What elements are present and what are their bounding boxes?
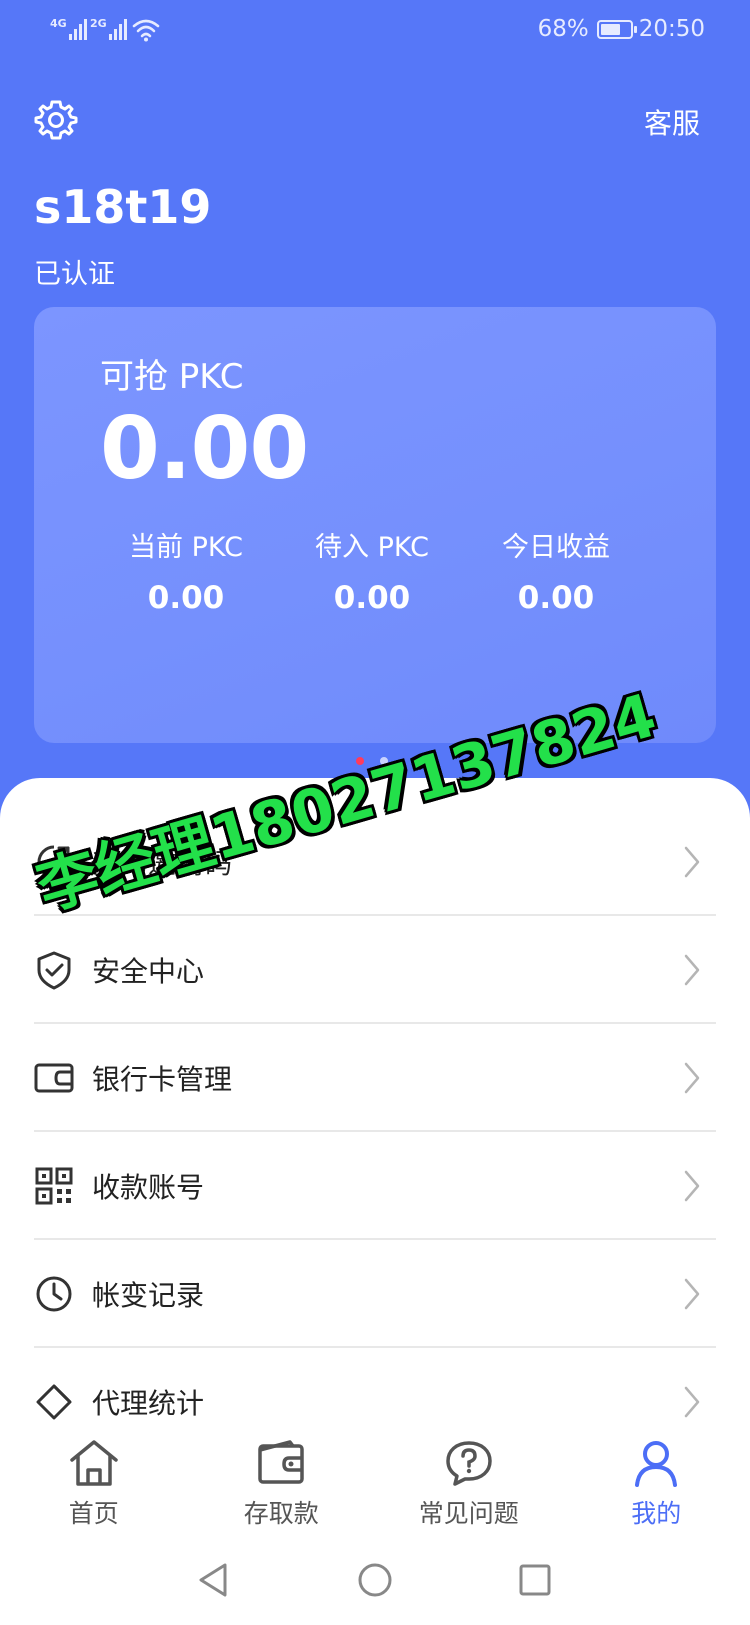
chevron-right-icon — [684, 1386, 700, 1418]
asset-card[interactable]: 可抢 PKC 0.00 当前 PKC 0.00 待入 PKC 0.00 今日收益… — [34, 307, 716, 743]
stat-label: 今日收益 — [502, 532, 610, 563]
carousel-dot-active[interactable] — [356, 757, 364, 765]
sim1-network-label: 4G — [50, 17, 67, 30]
shield-icon — [37, 951, 71, 990]
clock-icon — [36, 1276, 72, 1312]
stat-value: 0.00 — [517, 580, 595, 616]
home-circle-icon[interactable] — [357, 1562, 393, 1598]
status-right: 68% 20:50 — [538, 16, 705, 42]
menu-item-label: 银行卡管理 — [92, 1063, 233, 1096]
recents-square-icon[interactable] — [518, 1562, 552, 1598]
carousel-indicator — [356, 757, 388, 765]
menu-item-bank-card[interactable]: 银行卡管理 — [34, 1024, 716, 1132]
stat-today-earnings: 今日收益 0.00 — [466, 525, 646, 616]
sim1-signal-icon: 4G — [50, 18, 87, 40]
stat-value: 0.00 — [333, 580, 411, 616]
chevron-right-icon — [684, 1170, 700, 1202]
menu-item-label: 我的邀请码 — [92, 847, 233, 880]
menu-item-label: 代理统计 — [92, 1387, 205, 1420]
tab-mine[interactable]: 我的 — [563, 1420, 750, 1530]
chevron-right-icon — [684, 846, 700, 878]
tab-home[interactable]: 首页 — [0, 1420, 188, 1530]
status-bar: 4G 2G 68% 20:50 — [0, 0, 750, 64]
menu-item-security-center[interactable]: 安全中心 — [34, 916, 716, 1024]
tab-label: 我的 — [631, 1499, 682, 1528]
tab-label: 存取款 — [243, 1499, 319, 1528]
battery-percent: 68% — [537, 16, 589, 42]
system-navigation-bar — [0, 1530, 750, 1625]
menu-item-invite-code[interactable]: 我的邀请码 — [34, 808, 716, 916]
chevron-right-icon — [684, 1062, 700, 1094]
wallet-icon — [34, 1063, 74, 1093]
grab-pkc-label: 可抢 PKC — [100, 357, 244, 397]
menu-item-label: 收款账号 — [92, 1171, 205, 1204]
qr-code-icon — [35, 1167, 73, 1205]
menu-item-label: 安全中心 — [92, 955, 205, 988]
share-icon — [37, 845, 71, 879]
stat-label: 当前 PKC — [129, 532, 243, 563]
chevron-right-icon — [684, 954, 700, 986]
customer-service-button[interactable]: 客服 — [644, 102, 700, 142]
menu-item-label: 帐变记录 — [92, 1279, 205, 1312]
carousel-dot[interactable] — [380, 757, 388, 765]
stat-value: 0.00 — [147, 580, 225, 616]
user-icon — [635, 1441, 678, 1487]
home-icon — [70, 1440, 118, 1486]
menu-list: 我的邀请码 安全中心 银行卡管理 收款账号 帐变记录 代理统计 — [0, 808, 750, 1456]
chevron-right-icon — [684, 1278, 700, 1310]
battery-fill — [600, 23, 620, 35]
stat-current-pkc: 当前 PKC 0.00 — [96, 525, 276, 616]
stat-label: 待入 PKC — [315, 532, 429, 563]
grab-pkc-value: 0.00 — [100, 399, 309, 499]
verification-status: 已认证 — [34, 259, 115, 290]
sim2-network-label: 2G — [90, 17, 107, 30]
question-icon — [446, 1441, 492, 1486]
tab-label: 常见问题 — [418, 1499, 519, 1528]
menu-item-receiving-account[interactable]: 收款账号 — [34, 1132, 716, 1240]
wifi-icon — [132, 19, 160, 42]
tag-icon — [36, 1384, 72, 1420]
menu-item-transaction-history[interactable]: 帐变记录 — [34, 1240, 716, 1348]
clock-time: 20:50 — [638, 16, 705, 42]
tab-deposit-withdraw[interactable]: 存取款 — [188, 1420, 376, 1530]
tab-faq[interactable]: 常见问题 — [375, 1420, 563, 1530]
gear-icon[interactable] — [34, 98, 78, 142]
bottom-tab-bar: 首页 存取款 常见问题 我的 — [0, 1420, 750, 1530]
sim2-signal-icon: 2G — [90, 18, 127, 40]
stat-pending-pkc: 待入 PKC 0.00 — [282, 525, 462, 616]
wallet-icon — [258, 1440, 304, 1484]
username: s18t19 — [34, 180, 212, 234]
battery-icon — [596, 19, 637, 39]
tab-label: 首页 — [68, 1499, 119, 1528]
back-triangle-icon[interactable] — [197, 1562, 231, 1598]
